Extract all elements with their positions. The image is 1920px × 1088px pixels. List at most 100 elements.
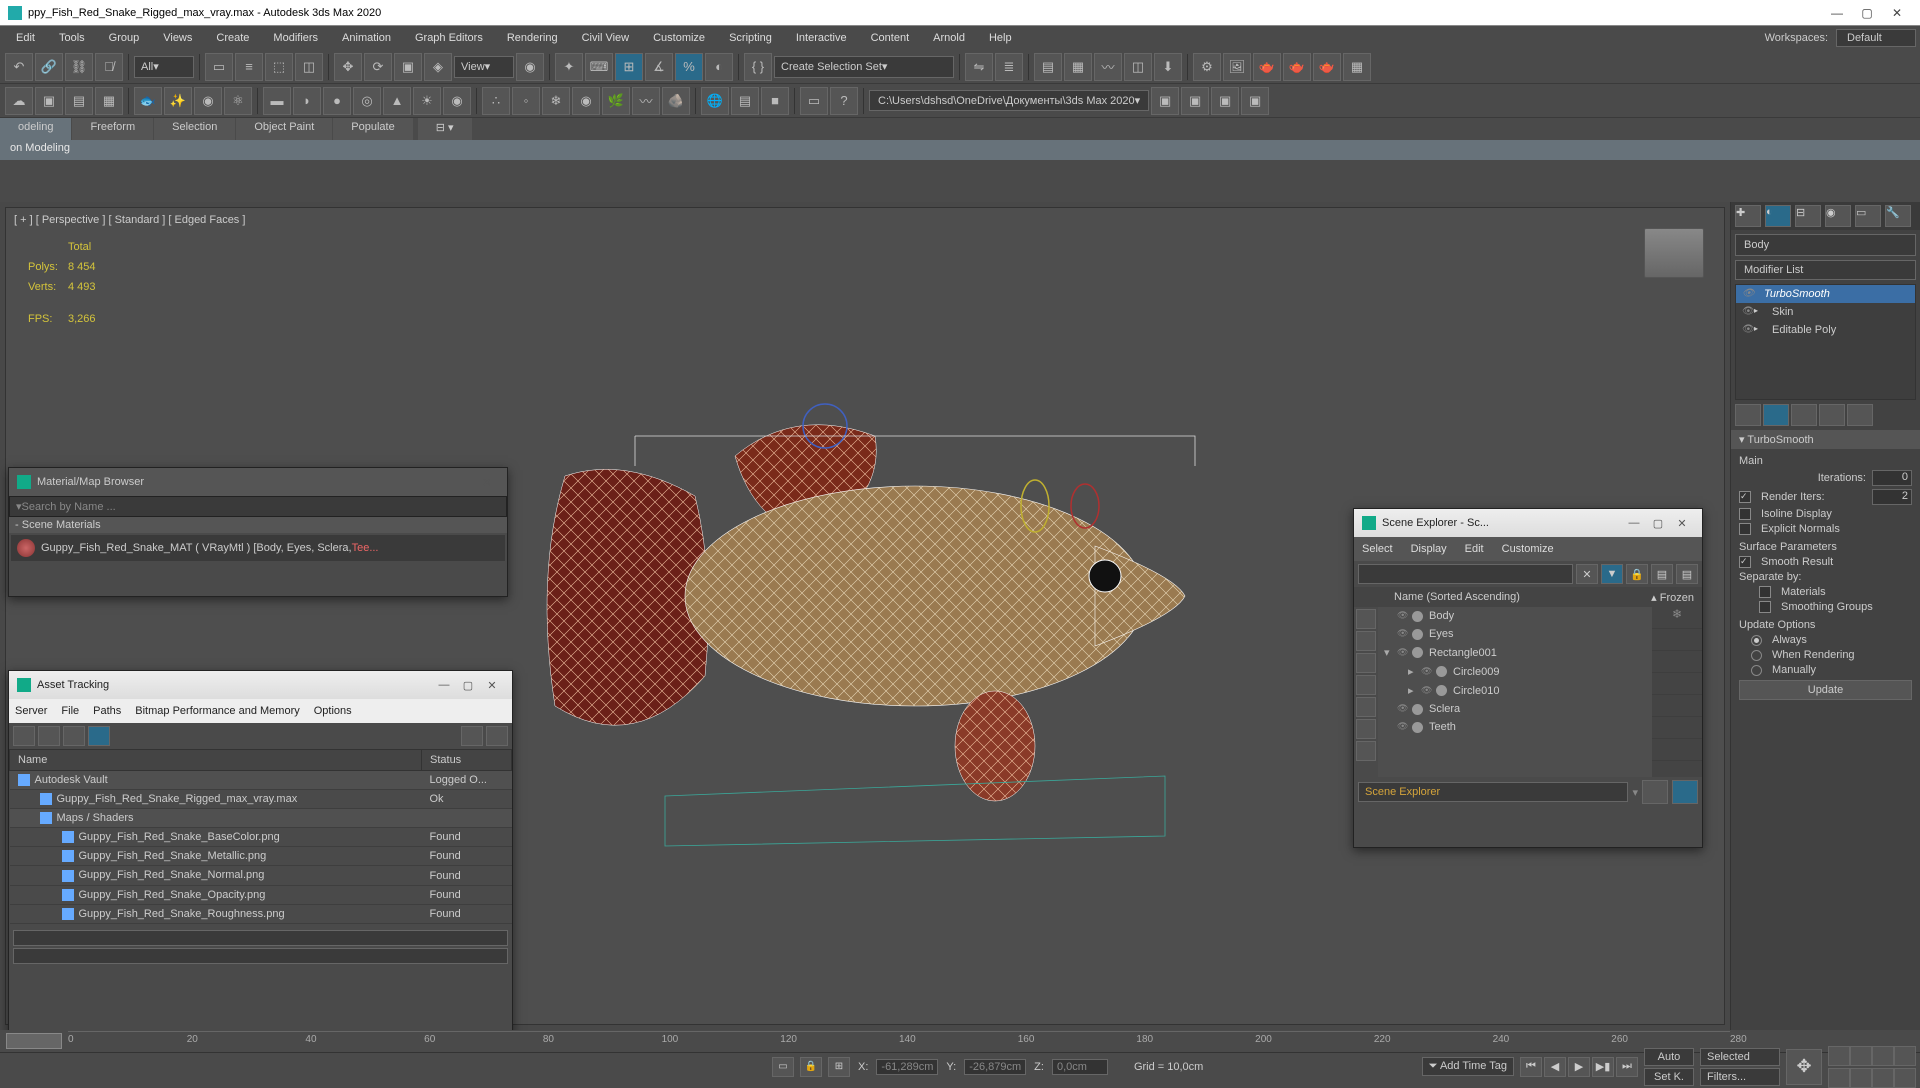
window-crossing-button[interactable]: ◫ bbox=[295, 53, 323, 81]
cloud-button[interactable]: ☁ bbox=[5, 87, 33, 115]
select-by-name-button[interactable]: ≡ bbox=[235, 53, 263, 81]
asset-menu-paths[interactable]: Paths bbox=[93, 705, 121, 717]
asset-row[interactable]: Guppy_Fish_Red_Snake_Rigged_max_vray.max… bbox=[10, 790, 512, 809]
fish-wireframe-mesh[interactable] bbox=[515, 376, 1215, 856]
play-button[interactable]: ▶ bbox=[1568, 1057, 1590, 1077]
stack-skin[interactable]: ▸Skin bbox=[1736, 303, 1915, 321]
configure-sets-button[interactable] bbox=[1847, 404, 1873, 426]
asset-scrollbar[interactable] bbox=[13, 930, 508, 946]
nav-fov-icon[interactable] bbox=[1872, 1046, 1894, 1066]
modify-tab-icon[interactable]: ◐ bbox=[1765, 205, 1791, 227]
modifier-list-dropdown[interactable]: Modifier List bbox=[1735, 260, 1916, 280]
ribbon-tab-populate[interactable]: Populate bbox=[333, 118, 412, 140]
material-item[interactable]: Guppy_Fish_Red_Snake_MAT ( VRayMtl ) [Bo… bbox=[11, 535, 505, 561]
spray-icon[interactable]: ◦ bbox=[512, 87, 540, 115]
menu-help[interactable]: Help bbox=[977, 29, 1024, 47]
dark-icon[interactable]: ■ bbox=[761, 87, 789, 115]
asset-close-button[interactable]: ✕ bbox=[480, 675, 504, 695]
percent-snap-button[interactable]: % bbox=[675, 53, 703, 81]
viewcube[interactable] bbox=[1644, 228, 1704, 278]
asset-menu-options[interactable]: Options bbox=[314, 705, 352, 717]
scene-filter-lights-icon[interactable] bbox=[1356, 653, 1376, 673]
minimize-button[interactable]: — bbox=[1822, 3, 1852, 23]
asset-row[interactable]: Guppy_Fish_Red_Snake_Roughness.pngFound bbox=[10, 904, 512, 923]
asset-row[interactable]: Guppy_Fish_Red_Snake_Normal.pngFound bbox=[10, 866, 512, 885]
spinner-snap-button[interactable]: ◐ bbox=[705, 53, 733, 81]
lock-ui-button[interactable]: ▣ bbox=[35, 87, 63, 115]
render-iterative-button[interactable]: 🫖 bbox=[1313, 53, 1341, 81]
layer-icon[interactable]: ▤ bbox=[731, 87, 759, 115]
render-setup-button[interactable]: ⚙ bbox=[1193, 53, 1221, 81]
move-button[interactable]: ✥ bbox=[334, 53, 362, 81]
rotate-button[interactable]: ⟳ bbox=[364, 53, 392, 81]
redo-button[interactable]: 🔗 bbox=[35, 53, 63, 81]
particle-icon[interactable]: ∴ bbox=[482, 87, 510, 115]
asset-menu-server[interactable]: Server bbox=[15, 705, 47, 717]
key-filters-button[interactable]: Filters... bbox=[1700, 1068, 1780, 1086]
scene-btn-a[interactable]: ▤ bbox=[1651, 564, 1673, 584]
scene-minimize-button[interactable]: — bbox=[1622, 513, 1646, 533]
grass-icon[interactable]: 🌿 bbox=[602, 87, 630, 115]
menu-rendering[interactable]: Rendering bbox=[495, 29, 570, 47]
asset-maximize-button[interactable]: ▢ bbox=[456, 675, 480, 695]
update-always-radio[interactable] bbox=[1751, 635, 1762, 646]
add-time-tag-button[interactable]: ⏷ Add Time Tag bbox=[1422, 1057, 1514, 1076]
key-filters-selected-dropdown[interactable]: Selected bbox=[1700, 1048, 1780, 1066]
scene-node-sclera[interactable]: 👁Sclera bbox=[1378, 700, 1652, 718]
vray-fur-icon[interactable]: ⚛ bbox=[224, 87, 252, 115]
project-path-field[interactable]: C:\Users\dshsd\OneDrive\Документы\3ds Ma… bbox=[869, 90, 1149, 111]
keyboard-shortcut-button[interactable]: ⌨ bbox=[585, 53, 613, 81]
menu-tools[interactable]: Tools bbox=[47, 29, 97, 47]
project-btn-4[interactable]: ▣ bbox=[1241, 87, 1269, 115]
workspaces-dropdown[interactable]: Default bbox=[1836, 29, 1916, 47]
scene-node-circle009[interactable]: ▸👁Circle009 bbox=[1378, 662, 1652, 681]
nav-zoom-icon[interactable] bbox=[1850, 1046, 1872, 1066]
hair-icon[interactable]: 〰 bbox=[632, 87, 660, 115]
material-search-field[interactable]: ▾ Search by Name ... bbox=[9, 496, 507, 517]
set-key-button[interactable]: Set K. bbox=[1644, 1068, 1694, 1086]
ribbon-tab-odeling[interactable]: odeling bbox=[0, 118, 71, 140]
create-cone-icon[interactable]: ▲ bbox=[383, 87, 411, 115]
asset-row[interactable]: Guppy_Fish_Red_Snake_Metallic.pngFound bbox=[10, 847, 512, 866]
edit-selection-set-button[interactable]: { } bbox=[744, 53, 772, 81]
scene-icon[interactable]: ▭ bbox=[800, 87, 828, 115]
create-torus-icon[interactable]: ◎ bbox=[353, 87, 381, 115]
scene-node-circle010[interactable]: ▸👁Circle010 bbox=[1378, 681, 1652, 700]
project-btn-1[interactable]: ▣ bbox=[1151, 87, 1179, 115]
create-sun-icon[interactable]: ☀ bbox=[413, 87, 441, 115]
menu-edit[interactable]: Edit bbox=[4, 29, 47, 47]
scene-clear-button[interactable]: ✕ bbox=[1576, 564, 1598, 584]
manipulate-button[interactable]: ✦ bbox=[555, 53, 583, 81]
pivot-button[interactable]: ◉ bbox=[516, 53, 544, 81]
menu-group[interactable]: Group bbox=[97, 29, 152, 47]
timeline-ruler[interactable]: 020406080100120140160180200220240260280 bbox=[68, 1031, 1730, 1051]
y-value[interactable]: -26,879cm bbox=[964, 1059, 1026, 1075]
scene-col-frozen[interactable]: ▴ Frozen bbox=[1651, 591, 1694, 604]
menu-create[interactable]: Create bbox=[204, 29, 261, 47]
render-button[interactable]: 🫖 bbox=[1253, 53, 1281, 81]
project-btn-2[interactable]: ▣ bbox=[1181, 87, 1209, 115]
show-end-result-button[interactable] bbox=[1763, 404, 1789, 426]
asset-row[interactable]: Guppy_Fish_Red_Snake_Opacity.pngFound bbox=[10, 885, 512, 904]
scene-footer-btn-1[interactable] bbox=[1642, 780, 1668, 804]
asset-row[interactable]: Autodesk VaultLogged O... bbox=[10, 771, 512, 790]
scene-btn-b[interactable]: ▤ bbox=[1676, 564, 1698, 584]
scene-filter-cameras-icon[interactable] bbox=[1356, 675, 1376, 695]
scene-menu-customize[interactable]: Customize bbox=[1502, 543, 1554, 555]
absolute-mode-button[interactable]: ⊞ bbox=[828, 1057, 850, 1077]
material-editor-button[interactable]: ⬇ bbox=[1154, 53, 1182, 81]
asset-tb-3[interactable] bbox=[63, 726, 85, 746]
asset-row[interactable]: Guppy_Fish_Red_Snake_BaseColor.pngFound bbox=[10, 828, 512, 847]
prev-frame-button[interactable]: ◀ bbox=[1544, 1057, 1566, 1077]
scene-filter-helpers-icon[interactable] bbox=[1356, 697, 1376, 717]
hierarchy-tab-icon[interactable]: ⊟ bbox=[1795, 205, 1821, 227]
scene-node-rectangle001[interactable]: ▾👁Rectangle001 bbox=[1378, 643, 1652, 662]
ribbon-tab-freeform[interactable]: Freeform bbox=[72, 118, 153, 140]
scene-materials-category[interactable]: - Scene Materials bbox=[9, 517, 507, 533]
update-manual-radio[interactable] bbox=[1751, 665, 1762, 676]
toggle-ribbon-button[interactable]: ▦ bbox=[1064, 53, 1092, 81]
iterations-spinner[interactable]: 0 bbox=[1872, 470, 1912, 486]
menu-scripting[interactable]: Scripting bbox=[717, 29, 784, 47]
render-frame-button[interactable]: 🖼 bbox=[1223, 53, 1251, 81]
scene-menu-display[interactable]: Display bbox=[1411, 543, 1447, 555]
